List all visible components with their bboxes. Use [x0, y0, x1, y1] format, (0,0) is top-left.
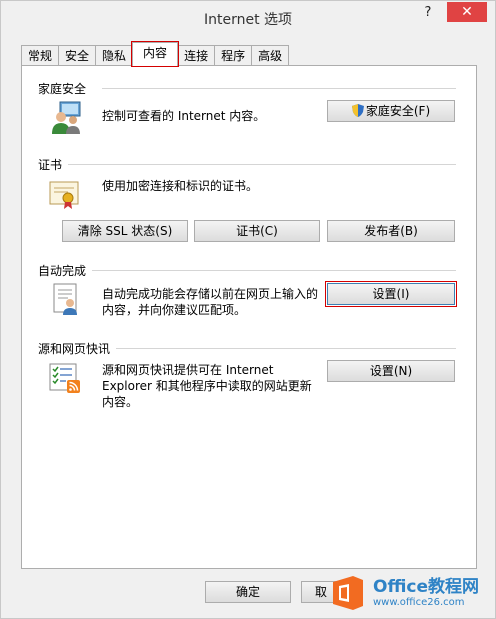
divider	[102, 88, 456, 89]
autocomplete-description-line2: 内容，并向你建议匹配项。	[102, 303, 247, 317]
watermark: Office教程网 www.office26.com	[329, 569, 491, 617]
content-panel: 家庭安全 控制可查看的 Internet 内容。 家庭安全(F) 证书 使用加密…	[21, 65, 477, 569]
family-safety-button[interactable]: 家庭安全(F)	[327, 100, 455, 122]
family-safety-heading: 家庭安全	[38, 82, 87, 96]
certificates-description: 使用加密连接和标识的证书。	[102, 179, 259, 193]
divider	[116, 348, 456, 349]
tab-content[interactable]: 内容	[131, 41, 180, 67]
feeds-settings-button[interactable]: 设置(N)	[327, 360, 455, 382]
family-safety-description: 控制可查看的 Internet 内容。	[102, 109, 266, 123]
close-button[interactable]: ✕	[447, 2, 487, 22]
internet-options-window: Internet 选项 ? ✕ 常规 安全 隐私 内容 连接 程序 高级 家庭安…	[0, 0, 496, 619]
family-safety-icon	[52, 101, 81, 134]
ok-button[interactable]: 确定	[205, 581, 291, 603]
certificates-heading: 证书	[38, 158, 63, 172]
tab-security[interactable]: 安全	[58, 45, 97, 66]
tab-strip: 常规 安全 隐私 内容 连接 程序 高级	[21, 41, 290, 67]
clear-ssl-state-button[interactable]: 清除 SSL 状态(S)	[62, 220, 188, 242]
tab-connections[interactable]: 连接	[177, 45, 216, 66]
certificate-icon	[49, 181, 79, 209]
tab-general[interactable]: 常规	[21, 45, 60, 66]
divider	[68, 164, 456, 165]
title-bar[interactable]: Internet 选项 ? ✕	[1, 1, 495, 34]
shield-icon	[351, 104, 364, 117]
autocomplete-description-line1: 自动完成功能会存储以前在网页上输入的	[102, 287, 319, 301]
feeds-description-line2: Explorer 和其他程序中读取的网站更新	[102, 379, 312, 393]
autocomplete-settings-button[interactable]: 设置(I)	[325, 281, 457, 307]
tab-advanced[interactable]: 高级	[251, 45, 290, 66]
help-button[interactable]: ?	[421, 5, 435, 21]
publishers-button[interactable]: 发布者(B)	[327, 220, 455, 242]
tab-privacy[interactable]: 隐私	[95, 45, 134, 66]
watermark-brand: Office教程网	[373, 577, 480, 597]
autocomplete-icon	[53, 283, 77, 315]
tab-programs[interactable]: 程序	[214, 45, 253, 66]
feeds-description-line1: 源和网页快讯提供可在 Internet	[102, 363, 274, 377]
office-logo-icon	[333, 576, 363, 610]
certificates-button[interactable]: 证书(C)	[194, 220, 320, 242]
family-safety-button-label: 家庭安全(F)	[365, 104, 431, 118]
autocomplete-heading: 自动完成	[38, 264, 87, 278]
feeds-icon	[49, 363, 80, 393]
feeds-description-line3: 内容。	[102, 395, 139, 409]
divider	[92, 270, 456, 271]
feeds-heading: 源和网页快讯	[38, 342, 111, 356]
watermark-url: www.office26.com	[373, 597, 465, 608]
